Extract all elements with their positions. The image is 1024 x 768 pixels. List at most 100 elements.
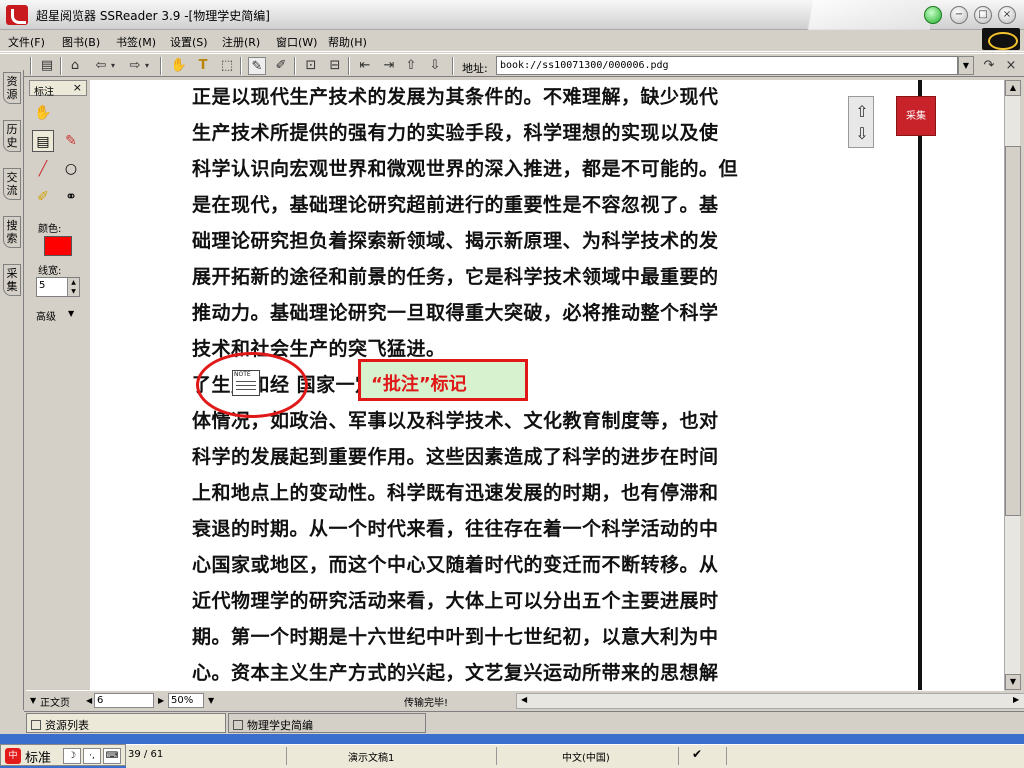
side-tab-history[interactable]: 历史: [3, 120, 21, 152]
document-name: 演示文稿1: [348, 753, 395, 764]
circle-tool-icon[interactable]: ○: [60, 158, 82, 180]
toolbar: ▤ ⌂ ⇦ ▾ ⇨ ▾ ✋ T ⬚ ✎ ✐ ⊡ ⊟ ⇤ ⇥ ⇧ ⇩ 地址: bo…: [0, 53, 1024, 77]
fit-page-icon[interactable]: ⊡: [302, 57, 320, 75]
annotation-panel: 标注 × ✋ ▤ ✎ ╱ ○ ✐ ⚭ 颜色: 线宽: 5 ▲ ▼ 高级 ▼: [26, 80, 88, 688]
collect-badge-icon[interactable]: 采集: [896, 96, 936, 136]
scroll-right-icon[interactable]: ▶: [1013, 695, 1019, 704]
status-divider: [496, 747, 497, 765]
close-icon[interactable]: ×: [998, 6, 1016, 24]
tab-book[interactable]: 物理学史简编: [228, 713, 426, 733]
page-up-arrow-icon[interactable]: ⇧: [853, 103, 871, 121]
menu-register[interactable]: 注册(R): [222, 34, 260, 50]
transfer-status: 传输完毕!: [404, 698, 449, 709]
pages-icon[interactable]: ▤: [38, 57, 56, 75]
color-label: 颜色:: [38, 224, 62, 235]
spellcheck-icon[interactable]: ✔: [692, 747, 702, 761]
prev-page-icon[interactable]: ◀: [86, 696, 92, 705]
menu-book[interactable]: 图书(B): [62, 34, 100, 50]
hand-tool-icon[interactable]: ✋: [170, 57, 188, 75]
scroll-down-icon[interactable]: ▼: [1005, 674, 1021, 690]
page-down-arrow-icon[interactable]: ⇩: [853, 125, 871, 143]
side-tab-search[interactable]: 搜索: [3, 216, 21, 248]
page-down-icon[interactable]: ⇩: [426, 57, 444, 75]
highlighter-icon[interactable]: ✐: [272, 57, 290, 75]
menu-window[interactable]: 窗口(W): [276, 34, 317, 50]
green-orb-icon[interactable]: [924, 6, 942, 24]
last-page-icon[interactable]: ⇥: [380, 57, 398, 75]
note-icon-label: NOTE: [234, 371, 251, 378]
first-page-icon[interactable]: ⇤: [356, 57, 374, 75]
side-tab-collect[interactable]: 采集: [3, 264, 21, 296]
menu-bookmark[interactable]: 书签(M): [116, 34, 156, 50]
text-line: 展开拓新的途径和前景的任务，它是科学技术领域中最重要的: [192, 266, 719, 288]
scroll-left-icon[interactable]: ◀: [521, 695, 527, 704]
toolbar-separator: [452, 57, 454, 75]
next-page-icon[interactable]: ▶: [158, 696, 164, 705]
menu-help[interactable]: 帮助(H): [328, 34, 367, 50]
scroll-up-icon[interactable]: ▲: [1005, 80, 1021, 96]
color-swatch[interactable]: [44, 236, 72, 256]
title-decoration: [730, 0, 930, 30]
side-tab-exchange[interactable]: 交流: [3, 168, 21, 200]
page-number-input[interactable]: 6: [94, 693, 154, 708]
brand-logo-icon: [982, 28, 1020, 50]
tab-label: 资源列表: [45, 719, 89, 732]
stepper-arrows-icon[interactable]: ▲ ▼: [67, 278, 79, 296]
toolbar-separator: [30, 57, 32, 75]
horizontal-scrollbar[interactable]: ◀ ▶: [516, 693, 1024, 709]
panel-close-icon[interactable]: ×: [73, 81, 82, 94]
view-mode-dropdown-icon[interactable]: ▼: [30, 696, 36, 705]
halfwidth-moon-icon[interactable]: ☽: [63, 748, 81, 764]
advanced-dropdown-icon[interactable]: ▼: [68, 309, 74, 318]
forward-dropdown-icon[interactable]: ▾: [142, 57, 152, 75]
document-view[interactable]: 正是以现代生产技术的发展为其条件的。不难理解，缺少现代 生产技术所提供的强有力的…: [90, 80, 1004, 690]
book-icon: [233, 720, 243, 730]
ime-logo-icon[interactable]: 中: [5, 748, 21, 764]
tab-resource-list[interactable]: 资源列表: [26, 713, 226, 733]
page-nav-widget: ⇧ ⇩: [848, 96, 874, 148]
address-input[interactable]: book://ss10071300/000006.pdg: [496, 56, 958, 75]
note-icon[interactable]: NOTE: [232, 370, 260, 396]
restore-icon[interactable]: □: [974, 6, 992, 24]
ime-toolbar: 中 标准 ☽ ·, ⌨: [0, 744, 126, 766]
text-tool-icon[interactable]: T: [194, 57, 212, 75]
fit-width-icon[interactable]: ⊟: [326, 57, 344, 75]
app-status-bar: 39 / 61 演示文稿1 中文(中国) ✔: [126, 744, 1024, 768]
side-tab-resources[interactable]: 资源: [3, 72, 21, 104]
line-tool-icon[interactable]: ╱: [32, 158, 54, 180]
link-tool-icon[interactable]: ⚭: [60, 186, 82, 208]
note-line: [236, 381, 256, 382]
text-line: 心。资本主义生产方式的兴起，文艺复兴运动所带来的思想解: [192, 662, 719, 684]
text-line: 科学的发展起到重要作用。这些因素造成了科学的进步在时间: [192, 446, 719, 468]
select-region-icon[interactable]: ⬚: [218, 57, 236, 75]
scroll-thumb[interactable]: [1005, 146, 1021, 516]
punctuation-icon[interactable]: ·,: [83, 748, 101, 764]
zoom-input[interactable]: 50%: [168, 693, 204, 708]
note-tool-icon[interactable]: ▤: [32, 130, 54, 152]
ime-mode-label[interactable]: 标准: [25, 747, 51, 766]
text-line: 础理论研究担负着探索新领域、揭示新原理、为科学技术的发: [192, 230, 719, 252]
hand-tool-icon[interactable]: ✋: [32, 102, 54, 124]
back-dropdown-icon[interactable]: ▾: [108, 57, 118, 75]
pencil-tool-icon[interactable]: ✎: [60, 130, 82, 152]
menu-file[interactable]: 文件(F): [8, 34, 45, 50]
soft-keyboard-icon[interactable]: ⌨: [103, 748, 121, 764]
advanced-label[interactable]: 高级: [36, 308, 56, 323]
highlighter-tool-icon[interactable]: ✐: [32, 186, 54, 208]
home-icon[interactable]: ⌂: [66, 57, 84, 75]
go-arrow-icon[interactable]: ↷: [980, 57, 998, 75]
linewidth-stepper[interactable]: 5 ▲ ▼: [36, 277, 80, 297]
window-title: 超星阅览器 SSReader 3.9 -[物理学史简编]: [36, 9, 270, 23]
view-mode-label[interactable]: 正文页: [40, 694, 70, 709]
text-line: 上和地点上的变动性。科学既有迅速发展的时期，也有停滞和: [192, 482, 719, 504]
slide-counter: 39 / 61: [128, 749, 164, 760]
minimize-icon[interactable]: −: [950, 6, 968, 24]
vertical-scrollbar[interactable]: ▲ ▼: [1004, 80, 1021, 690]
page-up-icon[interactable]: ⇧: [402, 57, 420, 75]
panel-header: 标注 ×: [29, 80, 87, 98]
menu-settings[interactable]: 设置(S): [170, 34, 208, 50]
annotate-tool-icon[interactable]: ✎: [248, 57, 266, 75]
toolbar-close-icon[interactable]: ×: [1002, 57, 1020, 75]
zoom-dropdown-icon[interactable]: ▼: [208, 696, 214, 705]
address-dropdown-icon[interactable]: ▼: [958, 56, 974, 75]
